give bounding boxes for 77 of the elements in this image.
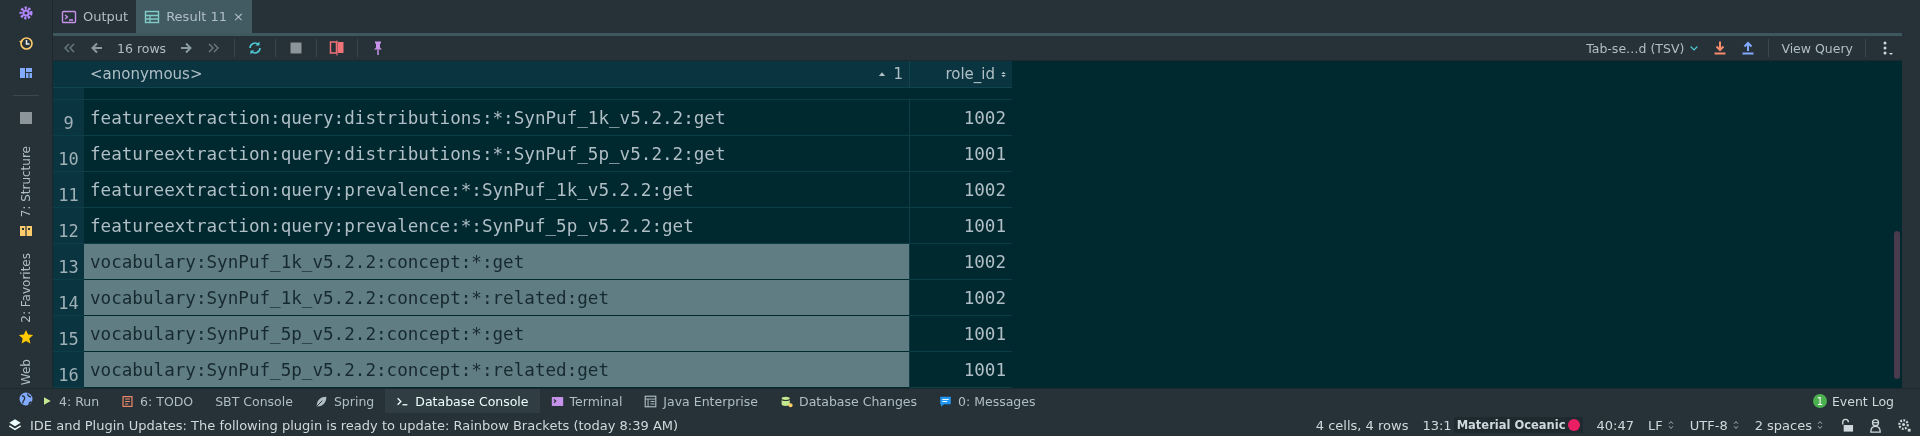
settings-icon[interactable] (1897, 417, 1912, 433)
column-header[interactable]: <anonymous> (90, 65, 872, 83)
tool-window-tab[interactable]: Spring (303, 389, 386, 413)
tool-window-tab[interactable]: 2: Favorites (19, 253, 33, 324)
table-cell[interactable]: 1001 (909, 136, 1012, 172)
event-log-link[interactable]: Event Log (1831, 393, 1894, 409)
layout-icon[interactable] (18, 65, 34, 81)
row-number: 15 (53, 316, 84, 352)
selection-info: 4 cells, 4 rows (1315, 417, 1409, 433)
view-query-button[interactable]: View Query (1781, 40, 1853, 56)
settings-icon[interactable] (18, 5, 34, 21)
globe-icon[interactable] (18, 391, 34, 408)
export-format[interactable]: Tab-se…d (TSV) (1586, 40, 1685, 56)
run-icon[interactable] (41, 395, 53, 407)
theme-indicator[interactable]: Material Oceanic (1453, 417, 1583, 433)
row-number: 13 (53, 244, 84, 280)
tool-window-tab[interactable]: 4: Run (30, 389, 111, 413)
tool-window-tab[interactable]: Java Enterprise (633, 389, 770, 413)
scrollbar[interactable] (1894, 231, 1900, 379)
tool-window-tab[interactable]: 7: Structure (19, 146, 33, 218)
terminal-icon[interactable] (550, 394, 564, 408)
refresh-icon[interactable] (247, 40, 264, 56)
table-cell[interactable]: 1002 (909, 100, 1012, 136)
tool-window-tab[interactable]: Web (19, 359, 33, 386)
row-number: 14 (53, 280, 84, 316)
row-number: 16 (53, 352, 84, 388)
history-icon[interactable] (18, 35, 34, 51)
leaf-icon[interactable] (314, 394, 328, 408)
stop-icon[interactable] (18, 110, 34, 126)
enterprise-icon[interactable] (644, 394, 658, 408)
row-number: 12 (53, 208, 84, 244)
row-number: 10 (53, 136, 84, 172)
left-arrow-icon[interactable] (89, 40, 105, 56)
table-cell[interactable]: 1002 (909, 244, 1012, 280)
indent-setting[interactable]: 2 spaces (1754, 417, 1812, 433)
table-cell[interactable]: featureextraction:query:prevalence:*:SynPuf_1k_v5.2.2:get (84, 172, 909, 208)
compare-icon[interactable] (329, 40, 346, 56)
table-cell[interactable]: 1002 (909, 172, 1012, 208)
tool-window-tab[interactable]: 6: TODO (110, 389, 205, 413)
sort-order: 1 (893, 65, 903, 83)
tool-window-tab[interactable]: Database Changes (769, 389, 929, 413)
position[interactable]: 40:47 (1596, 417, 1635, 433)
row-number: 11 (53, 172, 84, 208)
lock-icon[interactable] (1839, 417, 1854, 433)
tool-window-tab[interactable]: Terminal (539, 389, 634, 413)
message-icon[interactable] (939, 394, 953, 408)
status-message[interactable]: IDE and Plugin Updates: The following plugin is ready to update: Rainbow Brackets (today 8:39 AM) (30, 417, 679, 433)
editor-tab[interactable]: Result 11 × (136, 0, 252, 33)
row-number: 9 (53, 100, 84, 136)
inspector-icon[interactable] (1868, 417, 1883, 433)
database-icon[interactable] (780, 394, 794, 408)
tool-window-tab[interactable]: SBT Console (204, 389, 304, 413)
caret-position[interactable]: 13:1 (1422, 417, 1452, 433)
tool-window-tab[interactable]: 0: Messages (928, 389, 1047, 413)
sort-icon[interactable] (999, 69, 1008, 79)
encoding[interactable]: UTF-8 (1689, 417, 1728, 433)
editor-tab[interactable]: Output (53, 0, 137, 33)
tool-window-tab[interactable]: Database Console (385, 389, 540, 413)
table-cell[interactable]: 1001 (909, 316, 1012, 352)
updates-icon[interactable] (8, 418, 22, 432)
table-cell[interactable]: 1001 (909, 208, 1012, 244)
table-cell[interactable]: 1002 (909, 280, 1012, 316)
notification-count: 1 (1812, 394, 1827, 408)
row-count[interactable]: 16 rows (117, 40, 167, 56)
star-icon[interactable] (18, 329, 34, 346)
upload-icon[interactable] (1740, 40, 1757, 56)
table-cell[interactable]: 1001 (909, 352, 1012, 388)
table-cell[interactable]: featureextraction:query:distributions:*:SynPuf_1k_v5.2.2:get (84, 100, 909, 136)
up-down-icon[interactable] (1815, 419, 1825, 431)
table-cell[interactable]: featureextraction:query:distributions:*:SynPuf_5p_v5.2.2:get (84, 136, 909, 172)
line-separator[interactable]: LF (1648, 417, 1663, 433)
stop-icon[interactable] (288, 40, 305, 56)
table-icon[interactable] (144, 8, 161, 25)
close-button[interactable]: × (233, 9, 244, 24)
console-icon[interactable] (61, 8, 77, 25)
download-icon[interactable] (1712, 40, 1729, 56)
todo-icon[interactable] (121, 394, 135, 408)
